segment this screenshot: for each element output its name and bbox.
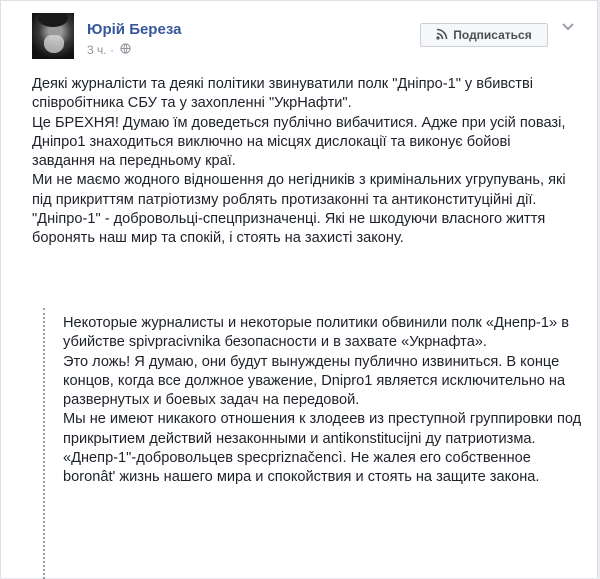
translation-paragraph: Это ложь! Я думаю, они будут вынуждены п… xyxy=(63,353,566,409)
translation-paragraph: Некоторые журналисты и некоторые политик… xyxy=(63,315,569,351)
post-paragraph: Це БРЕХНЯ! Думаю їм доведеться публічно … xyxy=(32,114,566,170)
post-paragraph: Деякі журналісти та деякі політики звину… xyxy=(32,76,533,112)
chevron-down-icon[interactable] xyxy=(561,19,575,33)
translation-text: Некоторые журналисты и некоторые политик… xyxy=(63,314,583,488)
post-card: Юрій Береза 3 ч. · Подписаться Деякі жур… xyxy=(0,0,598,579)
author-avatar[interactable] xyxy=(32,13,74,59)
rss-icon xyxy=(436,28,448,43)
translation-paragraph: «Днепр-1"-добровольцев specpriznačencì. … xyxy=(63,450,540,486)
translation-paragraph: Мы не имеют никакого отношения к злодеев… xyxy=(63,411,582,447)
translation-block: Некоторые журналисты и некоторые политик… xyxy=(43,308,585,579)
avatar-beard xyxy=(44,35,64,53)
subscribe-label: Подписаться xyxy=(453,28,532,42)
globe-icon xyxy=(120,43,131,57)
author-name[interactable]: Юрій Береза xyxy=(87,21,181,38)
post-paragraph: "Дніпро-1" - добровольці-спецпризначенці… xyxy=(32,211,546,247)
post-paragraph: Ми не маємо жодного відношення до негідн… xyxy=(32,172,566,208)
post-time[interactable]: 3 ч. xyxy=(87,43,107,57)
avatar-hair xyxy=(38,13,68,27)
subscribe-button[interactable]: Подписаться xyxy=(420,23,548,47)
post-meta: 3 ч. · xyxy=(87,43,131,57)
post-text: Деякі журналісти та деякі політики звину… xyxy=(32,75,577,249)
